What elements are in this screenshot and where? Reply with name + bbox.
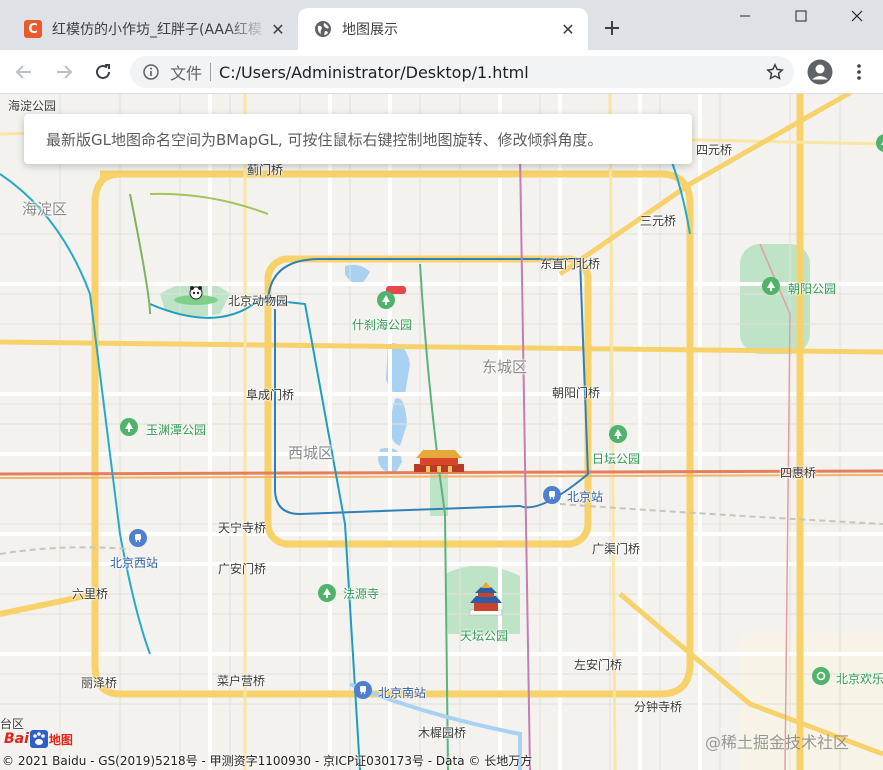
station-label: 北京站 [567, 490, 604, 504]
train-station-icon[interactable] [354, 681, 372, 699]
map-label: 广渠门桥 [592, 542, 641, 556]
map-label: 三元桥 [640, 214, 677, 228]
globe-icon [314, 20, 332, 38]
tab-strip: C 红模仿的小作坊_红胖子(AAA红模 ✕ 地图展示 ✕ [0, 0, 883, 50]
address-separator [210, 63, 212, 81]
train-station-icon[interactable] [129, 529, 147, 547]
close-tab-icon[interactable]: ✕ [558, 19, 578, 39]
baidu-map-logo[interactable]: Bai 地图 [4, 728, 73, 750]
window-close-icon[interactable] [829, 0, 883, 32]
tab-map[interactable]: 地图展示 ✕ [298, 8, 588, 50]
station-label: 北京西站 [110, 556, 159, 570]
map-label: 分钟寺桥 [634, 700, 683, 714]
district-label: 东城区 [482, 358, 528, 376]
park-marker-icon[interactable] [318, 584, 336, 602]
maximize-icon[interactable] [773, 0, 829, 32]
district-label: 海淀区 [22, 200, 68, 218]
map-label: 东直门北桥 [540, 257, 601, 271]
park-marker-icon[interactable] [762, 277, 780, 295]
park-label: 朝阳公园 [788, 282, 837, 296]
map-label: 朝阳门桥 [552, 386, 601, 400]
park-marker-icon[interactable] [377, 291, 395, 309]
back-arrow-icon[interactable] [10, 58, 38, 86]
reload-icon[interactable] [89, 58, 117, 86]
forward-arrow-icon[interactable] [50, 58, 78, 86]
map-label: 天宁寺桥 [218, 521, 267, 535]
map-label: 菜户营桥 [217, 674, 266, 688]
map-label: 四元桥 [696, 143, 733, 157]
kebab-menu-icon[interactable] [845, 58, 873, 86]
station-label: 北京南站 [378, 686, 427, 700]
baidu-logo-text: Bai [4, 731, 29, 747]
park-label: 天坛公园 [460, 629, 509, 643]
browser-toolbar: 文件 C:/Users/Administrator/Desktop/1.html [0, 50, 883, 94]
map-label: 广安门桥 [218, 562, 267, 576]
park-marker-icon[interactable] [609, 425, 627, 443]
address-bar[interactable]: 文件 C:/Users/Administrator/Desktop/1.html [130, 56, 794, 88]
bookmark-star-icon[interactable] [764, 61, 786, 83]
park-label: 日坛公园 [592, 452, 641, 466]
close-tab-icon[interactable]: ✕ [268, 19, 288, 39]
map-label: 海淀公园 [8, 99, 57, 113]
site-favicon-icon: C [24, 20, 42, 38]
map-label: 阜成门桥 [246, 388, 295, 402]
tab-title: 红模仿的小作坊_红胖子(AAA红模 [52, 22, 262, 38]
map-label: 北京动物园 [228, 294, 289, 308]
file-scheme-label: 文件 [170, 64, 203, 83]
minimize-icon[interactable] [717, 0, 773, 32]
park-label: 什刹海公园 [352, 318, 413, 332]
new-tab-plus-icon[interactable] [600, 14, 624, 42]
map-label: 左安门桥 [574, 658, 623, 672]
tab-title: 地图展示 [342, 22, 398, 38]
map-label: 六里桥 [72, 587, 109, 601]
park-label: 北京欢乐 [836, 672, 883, 686]
profile-avatar-icon[interactable] [806, 58, 834, 86]
map-label: 四惠桥 [780, 466, 817, 480]
info-icon[interactable] [142, 63, 160, 81]
url-text[interactable]: C:/Users/Administrator/Desktop/1.html [219, 63, 529, 82]
baidu-paw-icon [29, 730, 48, 748]
park-marker-icon[interactable] [120, 418, 138, 436]
park-label: 法源寺 [343, 587, 380, 601]
park-label: 玉渊潭公园 [146, 423, 207, 437]
baidu-logo-map-text: 地图 [48, 732, 73, 747]
watermark: @稀土掘金技术社区 [705, 733, 850, 752]
map-copyright: © 2021 Baidu - GS(2019)5218号 - 甲测资字11009… [2, 754, 533, 768]
tab-blog[interactable]: C 红模仿的小作坊_红胖子(AAA红模 ✕ [8, 8, 298, 50]
park-marker-icon[interactable] [812, 667, 830, 685]
info-banner-text: 最新版GL地图命名空间为BMapGL, 可按住鼠标右键控制地图旋转、修改倾斜角度… [46, 130, 603, 149]
district-label: 西城区 [288, 444, 334, 462]
map-label: 丽泽桥 [81, 676, 118, 690]
map-canvas[interactable]: 海淀公园 海淀区 蓟门桥 四元桥 三元桥 东直门北桥 朝阳公园 北京动物园 什刹… [0, 94, 883, 770]
map-label: 木樨园桥 [418, 726, 467, 740]
info-banner: 最新版GL地图命名空间为BMapGL, 可按住鼠标右键控制地图旋转、修改倾斜角度… [24, 114, 692, 164]
train-station-icon[interactable] [543, 486, 561, 504]
